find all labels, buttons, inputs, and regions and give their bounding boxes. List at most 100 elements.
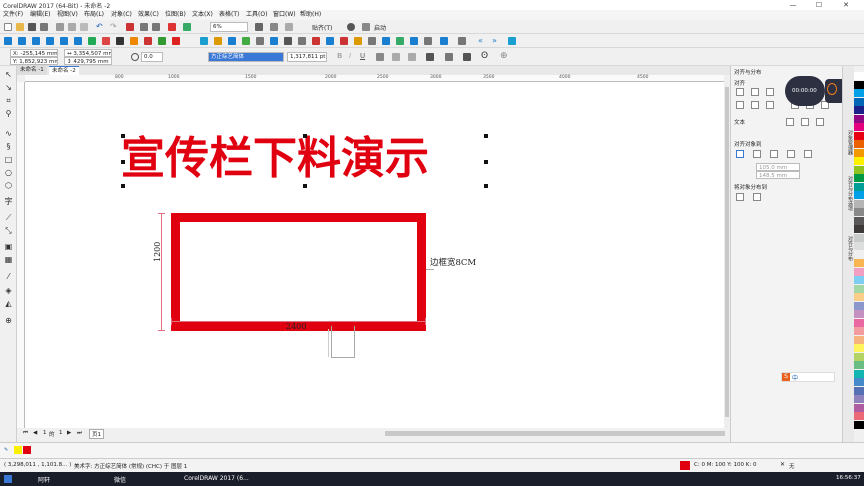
menu-effects[interactable]: 效果(C) [138, 10, 159, 20]
transparency-tool-icon[interactable]: ▦ [3, 255, 14, 264]
start-icon[interactable] [4, 475, 12, 483]
options-gear-icon[interactable] [347, 23, 355, 31]
palette-swatch[interactable] [854, 140, 864, 148]
palette-swatch[interactable] [854, 335, 864, 344]
grid-icon[interactable] [285, 23, 293, 31]
bold-icon[interactable]: B [337, 52, 342, 60]
effect-icon-32[interactable] [458, 37, 466, 45]
dropcap-icon[interactable] [408, 53, 416, 61]
eyedropper-tool-icon[interactable]: ⁄ [3, 272, 14, 281]
sogou-s-icon[interactable]: S [782, 373, 790, 381]
selection-handle[interactable] [303, 134, 307, 138]
undo-icon[interactable]: ↶ [96, 23, 104, 31]
menu-help[interactable]: 帮助(H) [300, 10, 321, 20]
italic-icon[interactable]: I [349, 52, 351, 60]
effect-icon-16[interactable] [228, 37, 236, 45]
publish-pdf-icon[interactable] [168, 23, 176, 31]
menu-file[interactable]: 文件(F) [3, 10, 23, 20]
palette-swatch[interactable] [854, 233, 864, 242]
ellipse-tool-icon[interactable]: ○ [3, 168, 14, 177]
add-icon[interactable]: ⊕ [500, 52, 508, 61]
effect-icon-30[interactable] [424, 37, 432, 45]
next-page-icon[interactable]: ▶ [67, 430, 71, 436]
pick-tool-icon[interactable]: ↖ [3, 70, 14, 79]
distribute-to-page-icon[interactable] [753, 193, 761, 201]
new-icon[interactable] [4, 23, 12, 31]
height-field[interactable]: ↕ 429,795 mm [64, 57, 112, 65]
menu-object[interactable]: 对象(C) [111, 10, 132, 20]
full-screen-icon[interactable] [255, 23, 263, 31]
align-to-active-icon[interactable] [736, 150, 744, 158]
effect-icon-2[interactable] [18, 37, 26, 45]
palette-swatch[interactable] [854, 250, 864, 259]
rulers-icon[interactable] [270, 23, 278, 31]
zoom-level-select[interactable]: 6% [210, 22, 248, 32]
align-top-icon[interactable] [736, 101, 744, 109]
text-align-icon-2[interactable] [801, 118, 809, 126]
text-tool-icon[interactable]: 字 [3, 197, 14, 206]
menu-edit[interactable]: 编辑(E) [30, 10, 50, 20]
save-icon[interactable] [28, 23, 36, 31]
app-launcher-icon[interactable] [183, 23, 191, 31]
search-content-icon[interactable] [126, 23, 134, 31]
effect-icon-14[interactable] [200, 37, 208, 45]
bullets-icon[interactable] [392, 53, 400, 61]
palette-swatch[interactable] [854, 318, 864, 327]
doc-palette-icon[interactable]: ✎ [4, 447, 8, 453]
x-position-field[interactable]: X: -255,145 mm [10, 49, 58, 57]
effect-icon-11[interactable] [144, 37, 152, 45]
prev-page-icon[interactable]: ◀ [33, 430, 37, 436]
palette-swatch[interactable] [854, 216, 864, 225]
tab-align-options[interactable]: 对齐与分布选项 [844, 176, 854, 211]
font-family-select[interactable]: 方正综艺简体 [208, 52, 284, 62]
selection-handle[interactable] [121, 184, 125, 188]
palette-swatch[interactable] [854, 199, 864, 208]
height-label[interactable]: 1200 [153, 242, 162, 262]
palette-swatch[interactable] [854, 72, 864, 80]
menu-bitmap[interactable]: 位图(B) [165, 10, 186, 20]
effect-icon-6[interactable] [74, 37, 82, 45]
palette-swatch[interactable] [854, 97, 864, 106]
selection-handle[interactable] [121, 134, 125, 138]
text-align-icon-3[interactable] [816, 118, 824, 126]
palette-swatch[interactable] [854, 114, 864, 123]
snap-to-menu[interactable]: 贴齐(T) [312, 23, 332, 32]
last-page-icon[interactable]: ⏭ [77, 430, 82, 437]
palette-swatch[interactable] [854, 284, 864, 293]
align-text-icon[interactable] [376, 53, 384, 61]
effect-icon-20[interactable] [284, 37, 292, 45]
effect-icon-8[interactable] [102, 37, 110, 45]
tab-document-2[interactable]: 未命名 -2 [49, 66, 79, 75]
edit-text-icon[interactable] [445, 53, 453, 61]
double-left-icon[interactable]: « [478, 37, 486, 45]
headline-text[interactable]: 宣传栏下料演示 [121, 132, 429, 186]
menu-text[interactable]: 文本(X) [192, 10, 213, 20]
border-width-label[interactable]: 边框宽8CM [430, 256, 476, 268]
effect-icon-25[interactable] [354, 37, 362, 45]
palette-swatch[interactable] [854, 191, 864, 199]
underline-icon[interactable]: U [360, 52, 365, 60]
connector-tool-icon[interactable]: ⤡ [3, 226, 14, 235]
rotation-field[interactable]: 0.0 [141, 52, 163, 62]
palette-swatch[interactable] [854, 174, 864, 182]
palette-swatch[interactable] [854, 106, 864, 114]
align-center-v-icon[interactable] [751, 101, 759, 109]
polygon-tool-icon[interactable]: ⬡ [3, 181, 14, 190]
effect-icon-19[interactable] [270, 37, 278, 45]
effect-icon-9[interactable] [116, 37, 124, 45]
double-right-icon[interactable]: » [492, 37, 500, 45]
drawing-canvas[interactable]: 宣传栏下料演示 1200 2400 边框宽8CM [25, 82, 724, 428]
palette-swatch[interactable] [854, 293, 864, 301]
rectangle-tool-icon[interactable]: □ [3, 155, 14, 164]
drop-shadow-tool-icon[interactable]: ▣ [3, 242, 14, 251]
horizontal-scroll-thumb[interactable] [385, 431, 725, 436]
palette-swatch[interactable] [854, 369, 864, 378]
menu-table[interactable]: 表格(T) [219, 10, 239, 20]
selection-handle[interactable] [121, 160, 125, 164]
palette-swatch[interactable] [854, 131, 864, 140]
effect-icon-5[interactable] [60, 37, 68, 45]
crop-tool-icon[interactable]: ⌗ [3, 96, 14, 105]
ime-mode[interactable]: 中 [792, 373, 798, 382]
effect-icon-24[interactable] [340, 37, 348, 45]
palette-swatch[interactable] [854, 225, 864, 233]
